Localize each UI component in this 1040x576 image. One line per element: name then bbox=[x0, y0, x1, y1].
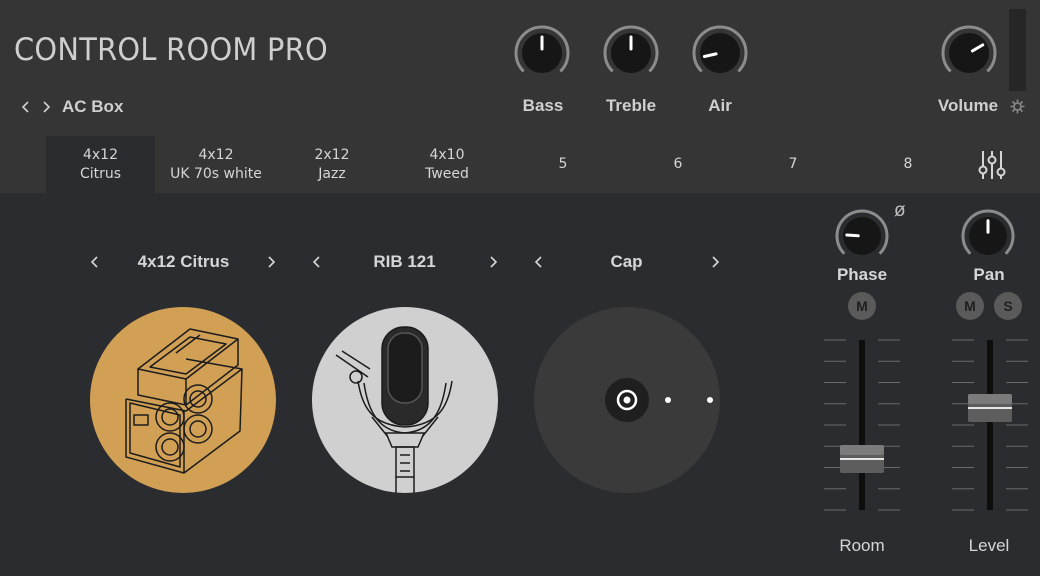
position-prev-button[interactable] bbox=[529, 250, 549, 274]
settings-button[interactable] bbox=[1009, 98, 1026, 115]
room-fader[interactable] bbox=[822, 336, 902, 519]
preset-name: AC Box bbox=[62, 97, 124, 116]
gear-icon bbox=[1010, 99, 1025, 114]
sliders-icon bbox=[978, 151, 1006, 179]
room-label: Room bbox=[839, 536, 885, 555]
volume-knob[interactable] bbox=[940, 24, 998, 82]
level-solo-button[interactable]: S bbox=[994, 292, 1022, 320]
tab-line1: 8 bbox=[903, 156, 913, 172]
level-label: Level bbox=[968, 536, 1010, 555]
chevron-left-icon bbox=[534, 256, 542, 268]
mic-position-target-icon bbox=[605, 378, 713, 422]
position-next-button[interactable] bbox=[705, 250, 725, 274]
volume-label: Volume bbox=[937, 96, 999, 115]
chevron-right-icon bbox=[490, 256, 498, 268]
microphone-icon bbox=[335, 326, 453, 493]
speaker-cabinet-icon bbox=[125, 328, 243, 474]
tab-cabinet-2[interactable]: 4x12 UK 70s white bbox=[160, 136, 272, 193]
tab-cabinet-7[interactable]: 7 bbox=[737, 136, 849, 193]
chevron-left-icon bbox=[21, 101, 29, 113]
pan-label: Pan bbox=[973, 265, 1005, 284]
tab-cabinet-1[interactable]: 4x12 Citrus bbox=[46, 136, 155, 193]
treble-knob[interactable] bbox=[602, 24, 660, 82]
tab-line2: Tweed bbox=[425, 165, 469, 182]
level-mute-button[interactable]: M bbox=[956, 292, 984, 320]
chevron-right-icon bbox=[43, 101, 51, 113]
air-knob[interactable] bbox=[691, 24, 749, 82]
phase-knob[interactable] bbox=[834, 208, 890, 264]
preset-selector: AC Box bbox=[16, 96, 123, 118]
tab-line1: 2x12 bbox=[314, 146, 350, 163]
tab-cabinet-8[interactable]: 8 bbox=[852, 136, 964, 193]
tab-cabinet-3[interactable]: 2x12 Jazz bbox=[276, 136, 388, 193]
preset-prev-button[interactable] bbox=[16, 96, 36, 118]
pan-knob[interactable] bbox=[960, 208, 1016, 264]
cabinet-image[interactable] bbox=[90, 307, 276, 493]
cabinet-name: 4x12 Citrus bbox=[137, 252, 230, 271]
mixer-button[interactable] bbox=[974, 148, 1010, 182]
chevron-left-icon bbox=[90, 256, 98, 268]
microphone-name: RIB 121 bbox=[373, 252, 436, 271]
tab-line2: Jazz bbox=[318, 165, 346, 182]
chevron-right-icon bbox=[712, 256, 720, 268]
bass-knob[interactable] bbox=[513, 24, 571, 82]
preset-next-button[interactable] bbox=[36, 96, 56, 118]
tab-cabinet-4[interactable]: 4x10 Tweed bbox=[391, 136, 503, 193]
tab-cabinet-5[interactable]: 5 bbox=[507, 136, 619, 193]
tab-line1: 4x10 bbox=[429, 146, 465, 163]
room-mute-button[interactable]: M bbox=[848, 292, 876, 320]
app-title: CONTROL ROOM PRO bbox=[14, 32, 328, 68]
mic-position-pad[interactable] bbox=[534, 307, 720, 493]
microphone-prev-button[interactable] bbox=[307, 250, 327, 274]
treble-label: Treble bbox=[605, 96, 657, 115]
tab-line1: 6 bbox=[673, 156, 683, 172]
output-meter bbox=[1009, 9, 1026, 91]
phase-label: Phase bbox=[836, 265, 888, 284]
cabinet-prev-button[interactable] bbox=[85, 250, 105, 274]
level-fader[interactable] bbox=[950, 336, 1030, 519]
tab-line1: 4x12 bbox=[198, 146, 234, 163]
microphone-next-button[interactable] bbox=[483, 250, 503, 274]
tab-cabinet-6[interactable]: 6 bbox=[622, 136, 734, 193]
tab-line1: 4x12 bbox=[82, 146, 118, 163]
bass-label: Bass bbox=[522, 96, 564, 115]
tab-line1: 5 bbox=[558, 156, 568, 172]
tab-line1: 7 bbox=[788, 156, 798, 172]
phase-invert-button[interactable]: ø bbox=[894, 200, 906, 222]
microphone-image[interactable] bbox=[312, 307, 498, 493]
tab-line2: Citrus bbox=[79, 165, 122, 182]
position-name: Cap bbox=[610, 252, 643, 271]
chevron-right-icon bbox=[268, 256, 276, 268]
air-label: Air bbox=[708, 96, 732, 115]
chevron-left-icon bbox=[312, 256, 320, 268]
cabinet-next-button[interactable] bbox=[261, 250, 281, 274]
tab-line2: UK 70s white bbox=[170, 165, 262, 182]
